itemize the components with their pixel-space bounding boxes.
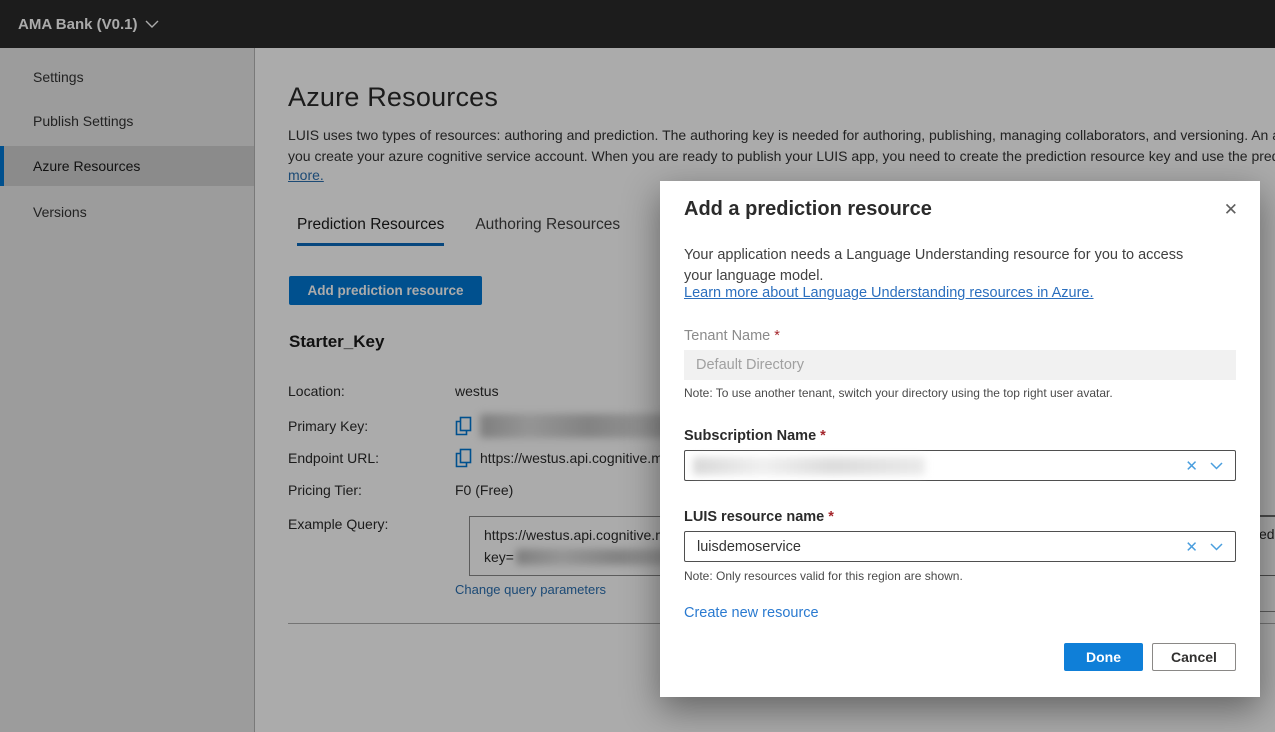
dialog-title: Add a prediction resource <box>684 198 932 221</box>
tenant-name-label-text: Tenant Name <box>684 328 770 344</box>
clear-icon[interactable]: ✕ <box>1175 538 1208 556</box>
luis-resource-name-label-text: LUIS resource name <box>684 509 824 525</box>
tenant-note: Note: To use another tenant, switch your… <box>684 386 1113 400</box>
required-asterisk: * <box>820 428 826 444</box>
luis-resource-note: Note: Only resources valid for this regi… <box>684 569 963 583</box>
chevron-down-icon[interactable] <box>1208 462 1235 470</box>
luis-resource-name-combobox[interactable]: ✕ <box>684 531 1236 562</box>
learn-more-link[interactable]: Learn more about Language Understanding … <box>684 285 1094 301</box>
subscription-name-combobox[interactable]: ✕ <box>684 450 1236 481</box>
luis-app-window: AMA Bank (V0.1) Settings Publish Setting… <box>0 0 1275 732</box>
required-asterisk: * <box>774 328 780 344</box>
luis-resource-name-input[interactable] <box>685 539 1175 555</box>
clear-icon[interactable]: ✕ <box>1175 457 1208 475</box>
luis-resource-name-label: LUIS resource name* <box>684 509 834 525</box>
cancel-button[interactable]: Cancel <box>1152 643 1236 671</box>
add-prediction-resource-dialog: Add a prediction resource ✕ Your applica… <box>660 181 1260 697</box>
redacted-subscription-value <box>693 457 925 475</box>
chevron-down-icon[interactable] <box>1208 543 1235 551</box>
create-new-resource-link[interactable]: Create new resource <box>684 605 819 621</box>
done-button[interactable]: Done <box>1064 643 1143 671</box>
subscription-name-label: Subscription Name* <box>684 428 826 444</box>
required-asterisk: * <box>828 509 834 525</box>
tenant-name-input <box>684 350 1236 380</box>
tenant-name-label: Tenant Name* <box>684 328 780 344</box>
subscription-name-label-text: Subscription Name <box>684 428 816 444</box>
dialog-description: Your application needs a Language Unders… <box>684 245 1209 287</box>
close-icon[interactable]: ✕ <box>1224 201 1238 218</box>
